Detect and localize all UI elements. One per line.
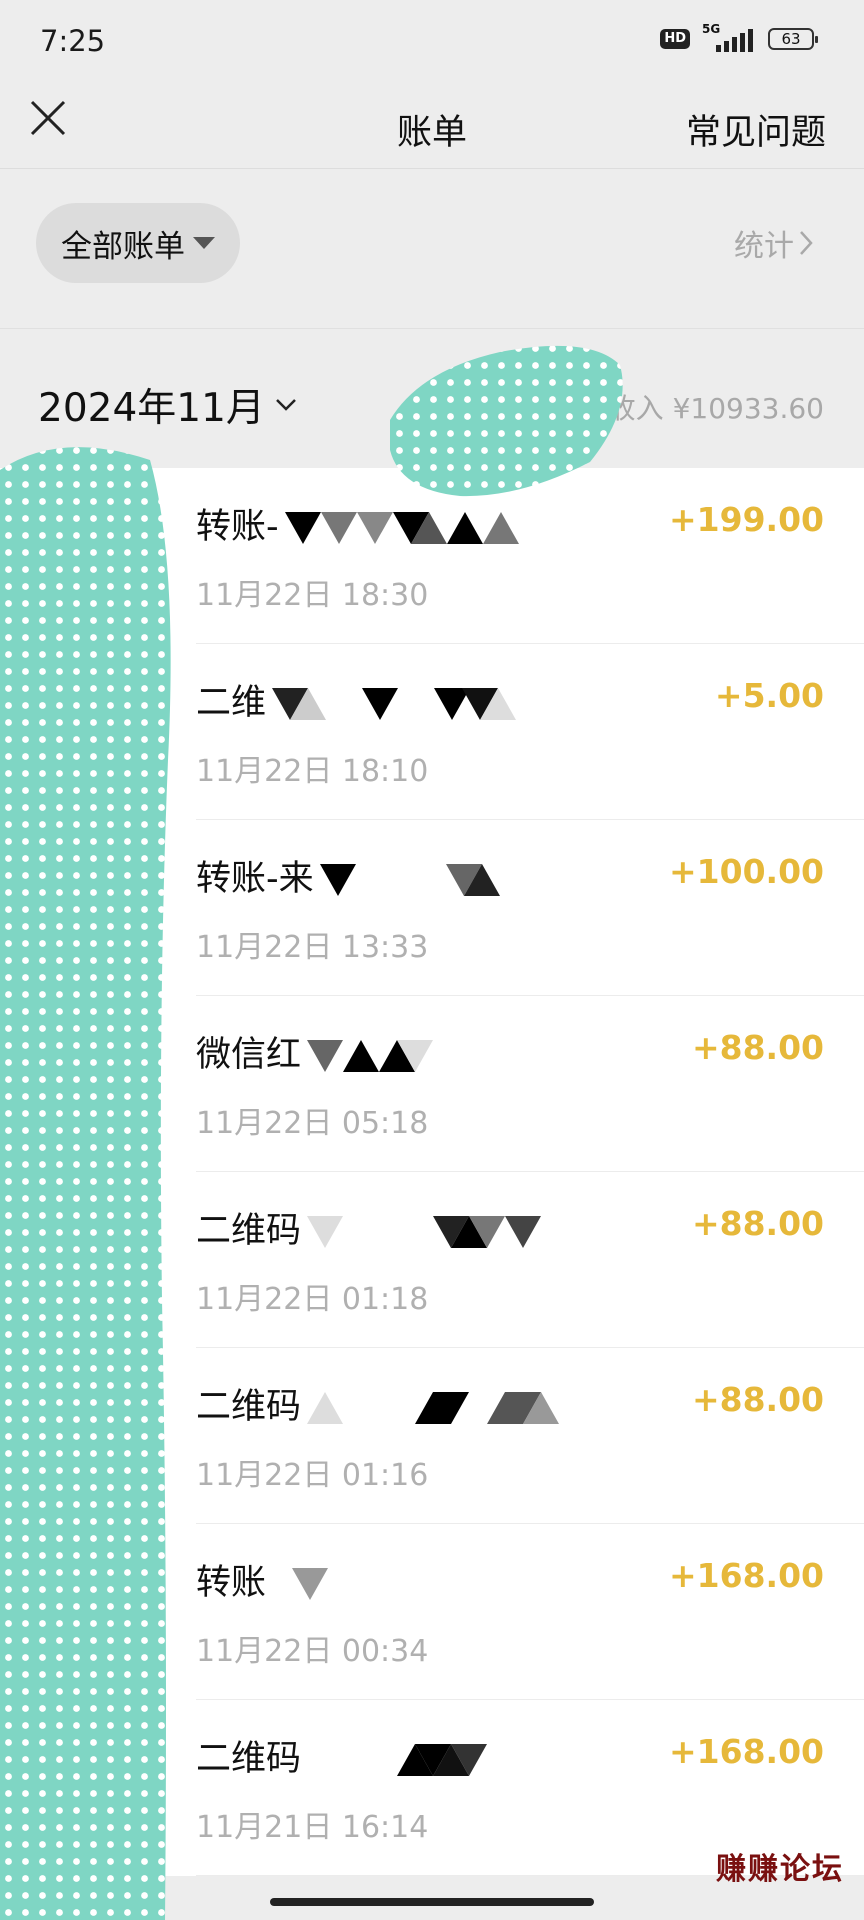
status-bar: 7:25 HD 5G 63 [0,0,864,84]
transaction-list: 转账- 11月22日 18:30 +199.00 二维 11月22日 18:10… [0,468,864,1876]
signal-icon: 5G [702,22,756,52]
home-indicator[interactable] [270,1898,594,1906]
transaction-row[interactable]: 二维码 11月22日 01:16 +88.00 [0,1348,864,1524]
stats-label: 统计 [734,229,794,264]
chevron-down-icon [276,399,296,411]
chevron-right-icon [800,231,813,255]
transaction-amount: +88.00 [691,1380,824,1419]
nav-bar: 账单 常见问题 [0,84,864,169]
transaction-amount: +199.00 [669,500,824,539]
redaction-mark [272,688,517,720]
transaction-title: 转账- [196,498,565,549]
month-picker[interactable]: 2024年11月 [38,377,299,433]
forum-watermark: 赚赚论坛 [716,1852,844,1887]
transaction-title: 二维 [196,674,542,725]
transaction-amount: +88.00 [691,1204,824,1243]
redaction-mark [284,512,519,544]
transaction-row[interactable]: 二维 11月22日 18:10 +5.00 [0,644,864,820]
close-button[interactable] [28,98,68,138]
transaction-time: 11月22日 00:34 [196,1634,429,1669]
hd-icon: HD [660,29,690,49]
bill-filter-dropdown[interactable]: 全部账单 [36,203,240,283]
transaction-row[interactable]: 微信红 11月22日 05:18 +88.00 [0,996,864,1172]
redaction-mark [307,1040,434,1072]
battery-level: 63 [781,30,801,48]
month-label: 2024年11月 [38,386,265,431]
redaction-mark [319,864,500,896]
transaction-time: 11月22日 05:18 [196,1106,429,1141]
transaction-amount: +5.00 [714,676,824,715]
income-summary: 收入 ¥10933.60 [607,392,824,425]
transaction-title: 微信红 [196,1026,487,1077]
close-icon [30,100,66,136]
transaction-time: 11月22日 01:16 [196,1458,429,1493]
transaction-time: 11月22日 13:33 [196,930,429,965]
transaction-time: 11月22日 18:30 [196,578,429,613]
transaction-title: 转账 [196,1554,352,1605]
status-time: 7:25 [40,24,106,58]
redaction-mark [292,1568,329,1600]
stats-link[interactable]: 统计 [734,221,814,265]
caret-down-icon [193,237,215,249]
transaction-title: 二维码 [196,1378,567,1429]
transaction-row[interactable]: 转账 11月22日 00:34 +168.00 [0,1524,864,1700]
transaction-amount: +168.00 [669,1556,824,1595]
transaction-row[interactable]: 转账- 11月22日 18:30 +199.00 [0,468,864,644]
transaction-time: 11月22日 18:10 [196,754,429,789]
redaction-mark [307,1216,542,1248]
filter-row: 全部账单 统计 [0,169,864,327]
bill-filter-label: 全部账单 [61,228,185,265]
transaction-row[interactable]: 二维码 11月22日 01:18 +88.00 [0,1172,864,1348]
transaction-amount: +88.00 [691,1028,824,1067]
status-icons: HD 5G 63 [660,22,818,52]
redaction-mark [307,1392,560,1424]
transaction-amount: +168.00 [669,1732,824,1771]
faq-link[interactable]: 常见问题 [686,104,826,155]
transaction-row[interactable]: 转账-来 11月22日 13:33 +100.00 [0,820,864,996]
transaction-title: 二维码 [196,1730,547,1781]
battery-icon: 63 [768,28,818,50]
transaction-title: 转账-来 [196,850,520,901]
redaction-mark [397,1744,488,1776]
transaction-title: 二维码 [196,1202,547,1253]
transaction-time: 11月21日 16:14 [196,1810,429,1845]
transaction-time: 11月22日 01:18 [196,1282,429,1317]
month-header: 2024年11月 收入 ¥10933.60 [0,328,864,469]
transaction-amount: +100.00 [669,852,824,891]
